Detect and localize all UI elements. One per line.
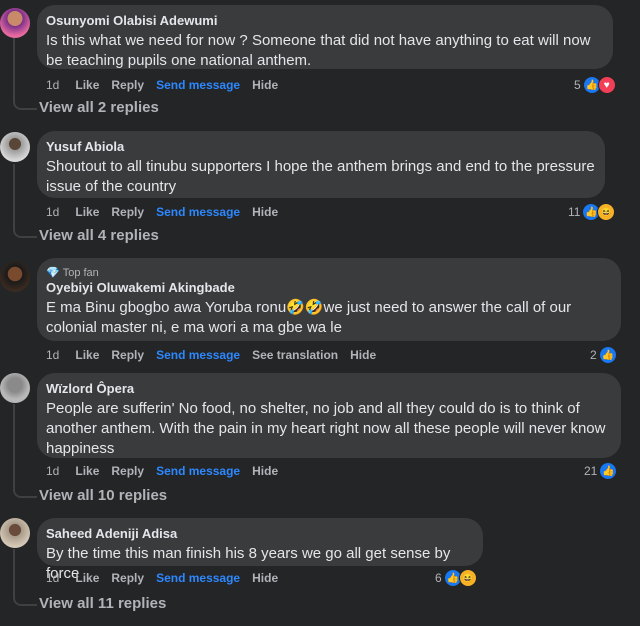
love-icon: ♥: [597, 76, 616, 94]
hide-button[interactable]: Hide: [252, 78, 278, 92]
like-button[interactable]: Like: [75, 205, 99, 219]
send-message-button[interactable]: Send message: [156, 205, 240, 219]
view-replies-label[interactable]: View all 2 replies: [39, 99, 159, 116]
reply-button[interactable]: Reply: [111, 205, 144, 219]
haha-icon: 😆: [597, 203, 616, 221]
top-fan-icon: 💎: [46, 267, 60, 279]
send-message-button[interactable]: Send message: [156, 348, 240, 362]
reaction-count: 6: [435, 571, 442, 585]
reply-button[interactable]: Reply: [111, 78, 144, 92]
avatar[interactable]: [0, 8, 30, 38]
comment-time[interactable]: 1d: [46, 78, 59, 92]
reaction-summary[interactable]: 21 👍: [584, 462, 618, 480]
comment-time[interactable]: 1d: [46, 348, 59, 362]
hide-button[interactable]: Hide: [350, 348, 376, 362]
view-replies-link[interactable]: View all 4 replies: [13, 226, 159, 244]
view-replies-link[interactable]: View all 2 replies: [13, 98, 159, 116]
comment-author[interactable]: Yusuf Abiola: [46, 139, 595, 155]
comment-text: Shoutout to all tinubu supporters I hope…: [46, 158, 595, 195]
view-replies-label[interactable]: View all 11 replies: [39, 595, 166, 612]
like-button[interactable]: Like: [75, 464, 99, 478]
comment-bubble: Saheed Adeniji Adisa By the time this ma…: [37, 518, 483, 582]
see-translation-button[interactable]: See translation: [252, 348, 338, 362]
comment-actions: 1d Like Reply Send message Hide: [46, 569, 290, 587]
like-button[interactable]: Like: [75, 78, 99, 92]
send-message-button[interactable]: Send message: [156, 78, 240, 92]
send-message-button[interactable]: Send message: [156, 571, 240, 585]
like-icon: 👍: [599, 462, 618, 480]
haha-icon: 😆: [458, 569, 477, 587]
view-replies-label[interactable]: View all 4 replies: [39, 227, 159, 244]
avatar[interactable]: [0, 132, 30, 162]
hide-button[interactable]: Hide: [252, 205, 278, 219]
reaction-count: 11: [568, 205, 581, 219]
comment-author[interactable]: Wïzlord Ôpera: [46, 381, 611, 397]
reply-button[interactable]: Reply: [111, 348, 144, 362]
comment-actions: 1d Like Reply Send message Hide: [46, 462, 290, 480]
thread-connector: [13, 594, 37, 606]
reaction-summary[interactable]: 5 👍 ♥: [574, 76, 616, 94]
comment-actions: 1d Like Reply Send message Hide: [46, 76, 290, 94]
reply-button[interactable]: Reply: [111, 571, 144, 585]
avatar[interactable]: [0, 373, 30, 403]
top-fan-label: Top fan: [62, 267, 99, 279]
thread-connector: [13, 98, 37, 110]
hide-button[interactable]: Hide: [252, 464, 278, 478]
reaction-summary[interactable]: 11 👍 😆: [568, 203, 616, 221]
comment-author[interactable]: Osunyomi Olabisi Adewumi: [46, 13, 603, 29]
comment-bubble: Osunyomi Olabisi Adewumi Is this what we…: [37, 5, 613, 69]
comment-text: Is this what we need for now ? Someone t…: [46, 32, 591, 69]
like-button[interactable]: Like: [75, 348, 99, 362]
top-fan-badge: 💎 Top fan: [46, 266, 611, 280]
comment-time[interactable]: 1d: [46, 571, 59, 585]
reaction-count: 2: [590, 348, 597, 362]
like-button[interactable]: Like: [75, 571, 99, 585]
comment-actions: 1d Like Reply Send message See translati…: [46, 346, 388, 364]
comment-bubble: Wïzlord Ôpera People are sufferin' No fo…: [37, 373, 621, 458]
comment-author[interactable]: Oyebiyi Oluwakemi Akingbade: [46, 280, 611, 296]
avatar[interactable]: [0, 518, 30, 548]
comment-author[interactable]: Saheed Adeniji Adisa: [46, 526, 473, 542]
comment-text: People are sufferin' No food, no shelter…: [46, 400, 606, 457]
comment-actions: 1d Like Reply Send message Hide: [46, 203, 290, 221]
view-replies-link[interactable]: View all 10 replies: [13, 486, 167, 504]
reaction-summary[interactable]: 2 👍: [590, 346, 617, 364]
view-replies-link[interactable]: View all 11 replies: [13, 594, 166, 612]
like-icon: 👍: [598, 346, 617, 364]
reaction-summary[interactable]: 6 👍 😆: [435, 569, 477, 587]
send-message-button[interactable]: Send message: [156, 464, 240, 478]
comment-bubble: Yusuf Abiola Shoutout to all tinubu supp…: [37, 131, 605, 198]
comment-text: E ma Binu gbogbo awa Yoruba ronu🤣🤣we jus…: [46, 299, 572, 336]
thread-connector: [13, 486, 37, 498]
reaction-count: 5: [574, 78, 581, 92]
comment-time[interactable]: 1d: [46, 464, 59, 478]
view-replies-label[interactable]: View all 10 replies: [39, 487, 167, 504]
reply-button[interactable]: Reply: [111, 464, 144, 478]
comment-bubble: 💎 Top fan Oyebiyi Oluwakemi Akingbade E …: [37, 258, 621, 341]
avatar[interactable]: [0, 262, 30, 292]
reaction-count: 21: [584, 464, 598, 478]
comment-time[interactable]: 1d: [46, 205, 59, 219]
hide-button[interactable]: Hide: [252, 571, 278, 585]
thread-connector: [13, 226, 37, 238]
